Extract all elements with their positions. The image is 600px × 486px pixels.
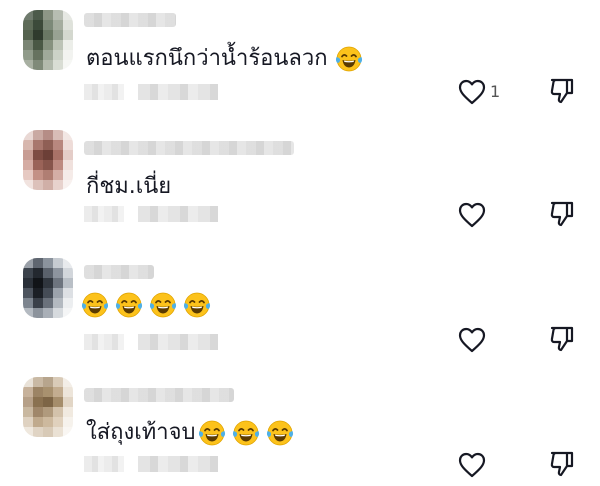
comment-meta-blurred — [84, 83, 218, 101]
dislike-button[interactable] — [549, 325, 575, 353]
heart-outline-icon — [458, 79, 486, 105]
like-button[interactable] — [458, 202, 486, 228]
reply-button-blurred[interactable] — [138, 456, 218, 472]
comment-meta-blurred — [84, 205, 218, 223]
comment-meta-blurred — [84, 455, 218, 473]
timestamp-blurred — [84, 456, 124, 472]
timestamp-blurred — [84, 334, 124, 350]
face-tears-of-joy-emoji — [80, 291, 110, 319]
like-button[interactable] — [458, 79, 486, 105]
thumbs-down-icon — [549, 325, 575, 353]
username-blurred[interactable] — [84, 265, 154, 279]
thumbs-down-icon — [549, 77, 575, 105]
dislike-button[interactable] — [549, 200, 575, 228]
timestamp-blurred — [84, 84, 124, 100]
comment-text: ใส่ถุงเท้าจบ — [86, 418, 295, 448]
emoji-row — [334, 45, 364, 73]
username-blurred[interactable] — [84, 388, 234, 402]
face-tears-of-joy-emoji — [114, 291, 144, 319]
comment-text: กี่ชม.เนี่ย — [86, 172, 171, 202]
timestamp-blurred — [84, 206, 124, 222]
comment-text-content: ใส่ถุงเท้าจบ — [86, 420, 196, 445]
like-count: 1 — [490, 82, 501, 101]
comment-text — [80, 290, 212, 320]
face-tears-of-joy-emoji — [265, 419, 295, 447]
avatar[interactable] — [23, 130, 73, 190]
avatar[interactable] — [23, 377, 73, 437]
avatar[interactable] — [23, 258, 73, 318]
dislike-button[interactable] — [549, 77, 575, 105]
comment-text: ตอนแรกนึกว่าน้ำร้อนลวก — [86, 44, 364, 74]
face-tears-of-joy-emoji — [197, 419, 227, 447]
comment-text-content: กี่ชม.เนี่ย — [86, 174, 172, 199]
avatar[interactable] — [23, 10, 73, 70]
reply-button-blurred[interactable] — [138, 334, 218, 350]
reply-button-blurred[interactable] — [138, 206, 218, 222]
heart-outline-icon — [458, 452, 486, 478]
like-button[interactable] — [458, 327, 486, 353]
face-tears-of-joy-emoji — [334, 45, 364, 73]
comment-text-content: ตอนแรกนึกว่าน้ำร้อนลวก — [86, 46, 328, 71]
face-tears-of-joy-emoji — [148, 291, 178, 319]
emoji-row — [197, 419, 295, 447]
emoji-row — [80, 291, 212, 319]
dislike-button[interactable] — [549, 450, 575, 478]
face-tears-of-joy-emoji — [231, 419, 261, 447]
username-blurred[interactable] — [84, 141, 294, 155]
thumbs-down-icon — [549, 450, 575, 478]
heart-outline-icon — [458, 327, 486, 353]
like-button[interactable] — [458, 452, 486, 478]
comment-meta-blurred — [84, 333, 218, 351]
username-blurred[interactable] — [84, 13, 176, 27]
thumbs-down-icon — [549, 200, 575, 228]
heart-outline-icon — [458, 202, 486, 228]
reply-button-blurred[interactable] — [138, 84, 218, 100]
face-tears-of-joy-emoji — [182, 291, 212, 319]
